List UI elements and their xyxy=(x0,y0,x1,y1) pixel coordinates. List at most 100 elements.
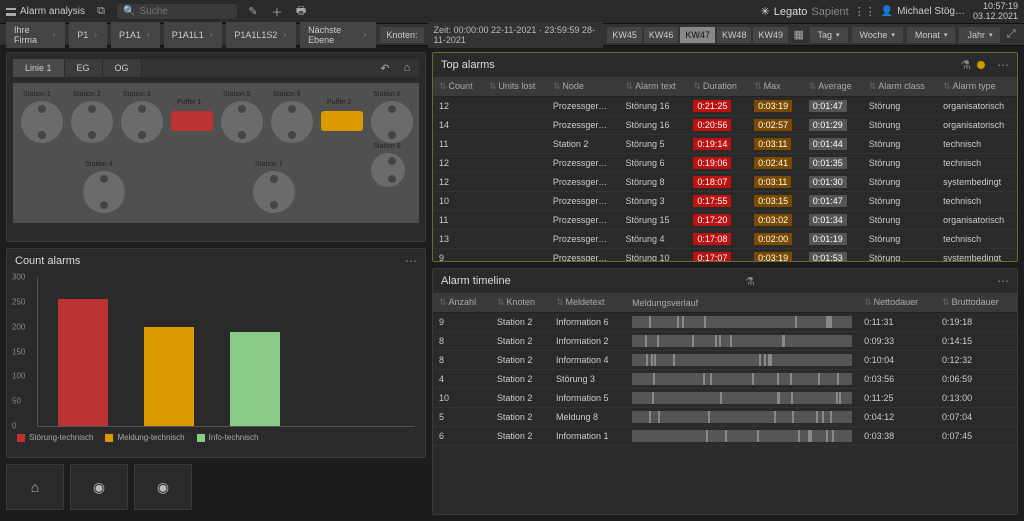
target-button-2[interactable]: ◉ xyxy=(134,464,192,510)
table-row[interactable]: 9Station 2Information 60:11:310:19:18 xyxy=(433,313,1017,332)
table-row[interactable]: 4Station 2Störung 30:03:560:06:59 xyxy=(433,370,1017,389)
sort-icon[interactable]: ⇅ xyxy=(693,81,701,91)
week-button[interactable]: KW47 xyxy=(680,27,715,43)
back-icon[interactable]: ↶ xyxy=(377,60,393,76)
apps-icon[interactable]: ⋮⋮ xyxy=(857,4,873,20)
period-select[interactable]: Monat ▾ xyxy=(907,27,956,43)
edit-icon[interactable]: ✎ xyxy=(245,4,261,20)
calendar-icon[interactable]: ▦ xyxy=(792,27,806,43)
sort-icon[interactable]: ⇅ xyxy=(754,81,762,91)
chart-bar[interactable] xyxy=(230,332,280,426)
table-header[interactable]: ⇅Alarm class xyxy=(863,77,937,97)
table-header[interactable]: ⇅Max xyxy=(748,77,803,97)
sort-icon[interactable]: ⇅ xyxy=(809,81,817,91)
flow-tab[interactable]: OG xyxy=(103,59,142,77)
user-menu[interactable]: 👤 Michael Stög… xyxy=(881,6,965,17)
station-9[interactable] xyxy=(371,153,405,187)
search-input[interactable] xyxy=(139,6,231,17)
sort-icon[interactable]: ⇅ xyxy=(864,297,872,307)
station-2[interactable] xyxy=(71,101,113,143)
sort-icon[interactable]: ⇅ xyxy=(556,297,564,307)
station-4[interactable] xyxy=(83,171,125,213)
table-row[interactable]: 9Prozessger…Störung 100:17:070:03:190:01… xyxy=(433,249,1017,262)
filter-icon[interactable]: ⚗ xyxy=(745,275,755,288)
home-icon[interactable]: ⌂ xyxy=(399,60,415,76)
station-1[interactable] xyxy=(21,101,63,143)
count-alarms-panel: Count alarms ⋯ 050100150200250300 Störun… xyxy=(6,248,426,458)
sort-icon[interactable]: ⇅ xyxy=(943,81,951,91)
table-row[interactable]: 8Station 2Information 40:10:040:12:32 xyxy=(433,351,1017,370)
print-icon[interactable]: 🖶 xyxy=(293,4,309,20)
sort-icon[interactable]: ⇅ xyxy=(497,297,505,307)
table-header[interactable]: ⇅Nettodauer xyxy=(858,293,936,313)
chart-bar[interactable] xyxy=(144,327,194,426)
table-row[interactable]: 12Prozessger…Störung 60:19:060:02:410:01… xyxy=(433,154,1017,173)
sort-icon[interactable]: ⇅ xyxy=(553,81,561,91)
table-row[interactable]: 11Prozessger…Störung 150:17:200:03:020:0… xyxy=(433,211,1017,230)
station-6[interactable] xyxy=(271,101,313,143)
breadcrumb-item[interactable]: P1A1L1› xyxy=(164,22,223,48)
table-header[interactable]: ⇅Count xyxy=(433,77,483,97)
table-row[interactable]: 12Prozessger…Störung 80:18:070:03:110:01… xyxy=(433,173,1017,192)
station-7[interactable] xyxy=(253,171,295,213)
breadcrumb-item[interactable]: Ihre Firma› xyxy=(6,22,65,48)
table-row[interactable]: 14Prozessger…Störung 160:20:560:02:570:0… xyxy=(433,116,1017,135)
table-header[interactable]: ⇅Bruttodauer xyxy=(936,293,1017,313)
sort-icon[interactable]: ⇅ xyxy=(439,297,447,307)
target-button-1[interactable]: ◉ xyxy=(70,464,128,510)
panel-menu-icon[interactable]: ⋯ xyxy=(997,58,1009,72)
table-row[interactable]: 8Station 2Information 20:09:330:14:15 xyxy=(433,332,1017,351)
table-row[interactable]: 10Prozessger…Störung 30:17:550:03:150:01… xyxy=(433,192,1017,211)
chart-bar[interactable] xyxy=(58,299,108,426)
table-row[interactable]: 5Station 2Meldung 80:04:120:07:04 xyxy=(433,408,1017,427)
table-row[interactable]: 13Prozessger…Störung 40:17:080:02:000:01… xyxy=(433,230,1017,249)
expand-icon[interactable]: ⤢ xyxy=(1004,27,1018,43)
table-header[interactable]: ⇅Average xyxy=(803,77,863,97)
week-button[interactable]: KW46 xyxy=(644,27,679,43)
breadcrumb-item[interactable]: Nächste Ebene› xyxy=(300,22,376,48)
table-header[interactable]: ⇅Units lost xyxy=(483,77,547,97)
add-icon[interactable]: ＋ xyxy=(269,4,285,20)
week-button[interactable]: KW45 xyxy=(607,27,642,43)
home-button[interactable]: ⌂ xyxy=(6,464,64,510)
flow-canvas[interactable]: Station 1 Station 2 Station 3 Puffer 1 S… xyxy=(13,83,419,223)
breadcrumb-item[interactable]: P1A1› xyxy=(111,22,160,48)
station-3[interactable] xyxy=(121,101,163,143)
filter-icon[interactable]: ⚗ xyxy=(960,58,971,72)
flow-tab[interactable]: EG xyxy=(65,59,103,77)
period-select[interactable]: Tag ▾ xyxy=(810,27,848,43)
table-header[interactable]: ⇅Alarm type xyxy=(937,77,1017,97)
sort-icon[interactable]: ⇅ xyxy=(869,81,877,91)
sort-icon[interactable]: ⇅ xyxy=(439,81,447,91)
breadcrumb-item[interactable]: P1› xyxy=(69,22,107,48)
panel-menu-icon[interactable]: ⋯ xyxy=(997,274,1009,288)
table-row[interactable]: 10Station 2Information 50:11:250:13:00 xyxy=(433,389,1017,408)
period-select[interactable]: Jahr ▾ xyxy=(959,27,1000,43)
week-button[interactable]: KW48 xyxy=(717,27,752,43)
sort-icon[interactable]: ⇅ xyxy=(626,81,634,91)
table-row[interactable]: 12Prozessger…Störung 160:21:250:03:190:0… xyxy=(433,97,1017,116)
station-5[interactable] xyxy=(221,101,263,143)
table-header[interactable]: ⇅Anzahl xyxy=(433,293,491,313)
table-row[interactable]: 6Station 2Information 10:03:380:07:45 xyxy=(433,427,1017,446)
table-row[interactable]: 11Station 2Störung 50:19:140:03:110:01:4… xyxy=(433,135,1017,154)
sort-icon[interactable]: ⇅ xyxy=(489,81,497,91)
table-header[interactable]: ⇅Alarm text xyxy=(620,77,688,97)
week-button[interactable]: KW49 xyxy=(753,27,788,43)
table-header[interactable]: ⇅Duration xyxy=(687,77,748,97)
table-header[interactable]: Meldungsverlauf xyxy=(626,293,858,313)
panel-menu-icon[interactable]: ⋯ xyxy=(405,254,417,268)
period-select[interactable]: Woche ▾ xyxy=(852,27,903,43)
flow-tab[interactable]: Linie 1 xyxy=(13,59,65,77)
table-header[interactable]: ⇅Meldetext xyxy=(550,293,626,313)
buffer-2[interactable] xyxy=(321,111,363,131)
table-header[interactable]: ⇅Node xyxy=(547,77,620,97)
copy-icon[interactable]: ⧉ xyxy=(93,4,109,20)
sort-icon[interactable]: ⇅ xyxy=(942,297,950,307)
breadcrumb-item[interactable]: P1A1L1S2› xyxy=(226,22,296,48)
search-box[interactable]: 🔍 xyxy=(117,4,237,19)
table-header[interactable]: ⇅Knoten xyxy=(491,293,550,313)
menu-icon[interactable] xyxy=(6,8,16,16)
buffer-1[interactable] xyxy=(171,111,213,131)
station-8[interactable] xyxy=(371,101,413,143)
